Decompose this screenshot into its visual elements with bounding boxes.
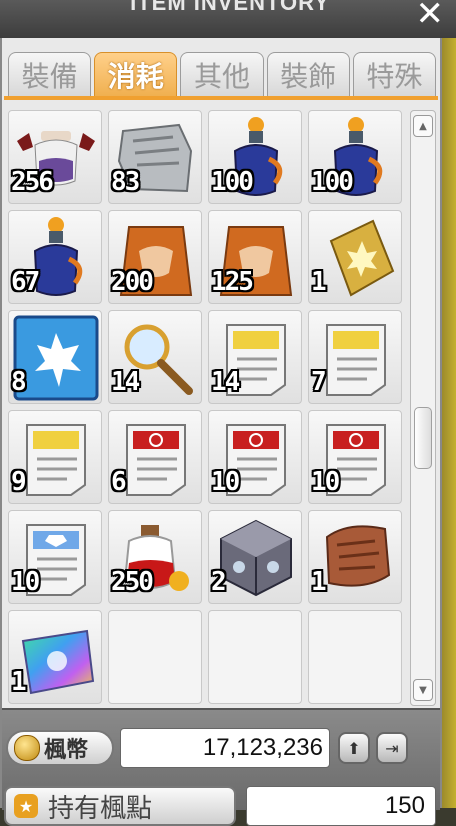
empty-slot[interactable] bbox=[108, 610, 202, 704]
expand-right-icon[interactable]: ⇥ bbox=[376, 732, 408, 764]
item-slot[interactable]: 256 bbox=[8, 110, 102, 204]
inventory-footer: 楓幣 17,123,236 ⬆ ⇥ ★ 持有楓點 150 bbox=[2, 708, 440, 826]
item-slot[interactable]: 83 bbox=[108, 110, 202, 204]
item-quantity: 1 bbox=[311, 567, 327, 597]
maple-points-amount: 150 bbox=[246, 786, 436, 826]
item-quantity: 100 bbox=[311, 167, 354, 197]
window-title: ITEM INVENTORY bbox=[130, 0, 330, 15]
item-slot[interactable]: 100 bbox=[308, 110, 402, 204]
item-slot[interactable]: 10 bbox=[8, 510, 102, 604]
maple-points-label: ★ 持有楓點 bbox=[4, 786, 236, 826]
item-slot[interactable]: 250 bbox=[108, 510, 202, 604]
item-slot[interactable]: 200 bbox=[108, 210, 202, 304]
item-slot[interactable]: 10 bbox=[308, 410, 402, 504]
item-quantity: 100 bbox=[211, 167, 254, 197]
tab-setup[interactable]: 裝飾 bbox=[266, 52, 350, 96]
tab-cash[interactable]: 特殊 bbox=[352, 52, 437, 96]
item-quantity: 10 bbox=[211, 467, 240, 497]
item-quantity: 9 bbox=[11, 467, 27, 497]
item-quantity: 8 bbox=[11, 367, 27, 397]
item-quantity: 7 bbox=[311, 367, 327, 397]
item-quantity: 14 bbox=[211, 367, 240, 397]
item-slot[interactable]: 8 bbox=[8, 310, 102, 404]
maple-points-label-text: 持有楓點 bbox=[48, 793, 153, 824]
inventory-panel: 裝備 消耗 其他 裝飾 特殊 256 83 100 100 67 200 125… bbox=[0, 38, 442, 826]
item-quantity: 1 bbox=[11, 667, 27, 697]
meso-label-text: 楓幣 bbox=[44, 738, 89, 763]
item-quantity: 14 bbox=[111, 367, 140, 397]
tab-underline bbox=[4, 96, 438, 100]
sort-up-icon[interactable]: ⬆ bbox=[338, 732, 370, 764]
item-quantity: 2 bbox=[211, 567, 227, 597]
item-quantity: 250 bbox=[111, 567, 154, 597]
item-slot[interactable]: 100 bbox=[208, 110, 302, 204]
meso-label: 楓幣 bbox=[6, 730, 114, 766]
item-quantity: 6 bbox=[111, 467, 127, 497]
scrollbar[interactable]: ▲ ▼ bbox=[410, 110, 436, 706]
coin-icon bbox=[14, 735, 40, 761]
tab-bar: 裝備 消耗 其他 裝飾 特殊 bbox=[8, 52, 437, 96]
item-quantity: 10 bbox=[11, 567, 40, 597]
item-quantity: 83 bbox=[111, 167, 140, 197]
tab-consume[interactable]: 消耗 bbox=[94, 52, 178, 96]
item-slot[interactable]: 14 bbox=[108, 310, 202, 404]
item-slot[interactable]: 2 bbox=[208, 510, 302, 604]
tab-etc[interactable]: 其他 bbox=[180, 52, 264, 96]
scroll-up-icon[interactable]: ▲ bbox=[413, 115, 433, 137]
empty-slot[interactable] bbox=[308, 610, 402, 704]
item-slot[interactable]: 1 bbox=[308, 510, 402, 604]
item-quantity: 256 bbox=[11, 167, 54, 197]
item-slot[interactable]: 7 bbox=[308, 310, 402, 404]
close-icon[interactable]: ✕ bbox=[416, 0, 445, 34]
item-slot[interactable]: 1 bbox=[308, 210, 402, 304]
item-slot[interactable]: 67 bbox=[8, 210, 102, 304]
title-bar[interactable]: ITEM INVENTORY ✕ bbox=[0, 0, 456, 38]
meso-amount: 17,123,236 bbox=[120, 728, 330, 768]
item-quantity: 125 bbox=[211, 267, 254, 297]
scroll-down-icon[interactable]: ▼ bbox=[413, 679, 433, 701]
item-slot[interactable]: 9 bbox=[8, 410, 102, 504]
item-quantity: 1 bbox=[311, 267, 327, 297]
item-slot[interactable]: 10 bbox=[208, 410, 302, 504]
item-slot[interactable]: 14 bbox=[208, 310, 302, 404]
item-grid: 256 83 100 100 67 200 125 1 8 14 14 7 9 … bbox=[8, 110, 404, 704]
item-quantity: 10 bbox=[311, 467, 340, 497]
item-quantity: 67 bbox=[11, 267, 40, 297]
scroll-thumb[interactable] bbox=[414, 407, 432, 469]
item-slot[interactable]: 125 bbox=[208, 210, 302, 304]
empty-slot[interactable] bbox=[208, 610, 302, 704]
star-icon: ★ bbox=[14, 794, 38, 818]
item-quantity: 200 bbox=[111, 267, 154, 297]
item-slot[interactable]: 1 bbox=[8, 610, 102, 704]
item-slot[interactable]: 6 bbox=[108, 410, 202, 504]
tab-equip[interactable]: 裝備 bbox=[8, 52, 92, 96]
